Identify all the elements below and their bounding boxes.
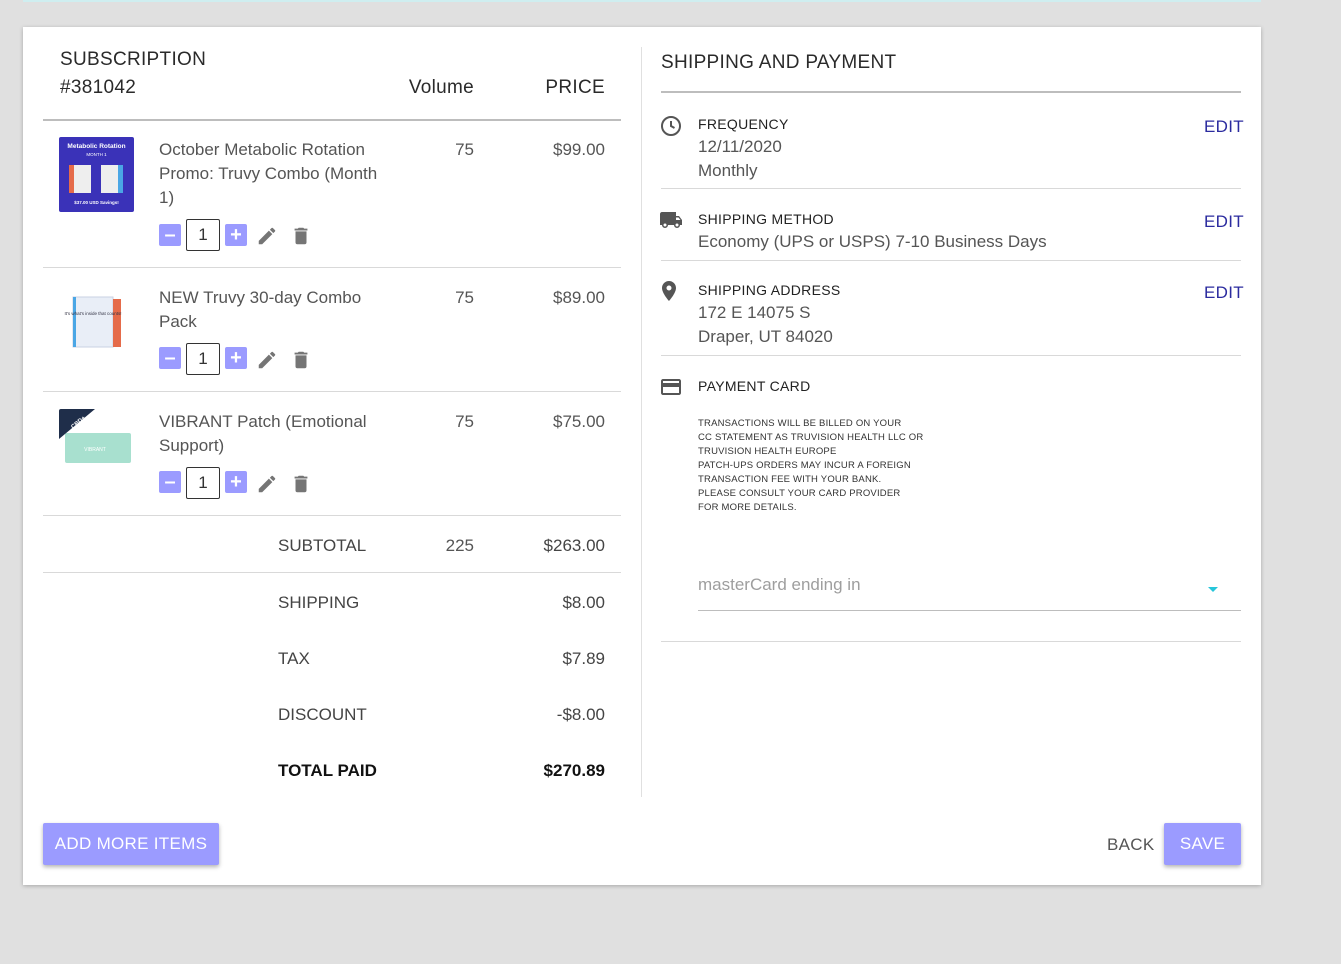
section-divider: [661, 641, 1241, 642]
section-divider: [661, 355, 1241, 356]
product-price: $89.00: [553, 288, 605, 307]
edit-frequency-link[interactable]: EDIT: [1204, 117, 1244, 137]
total-label: TOTAL PAID: [278, 761, 377, 780]
shipping-method-value: Economy (UPS or USPS) 7-10 Business Days: [698, 232, 1047, 251]
quantity-input[interactable]: 1: [186, 343, 220, 375]
shipping-label: SHIPPING: [278, 593, 360, 612]
quantity-input[interactable]: 1: [186, 219, 220, 251]
shipping-payment-title: SHIPPING AND PAYMENT: [661, 52, 897, 73]
volume-column-header: Volume: [408, 77, 474, 98]
summary-divider: [43, 572, 621, 573]
notice-line: TRUVISION HEALTH EUROPE: [698, 446, 837, 457]
product-thumbnail: It's what's inside that counts!: [59, 285, 134, 360]
map-pin-icon: [662, 281, 676, 301]
increase-quantity-button[interactable]: +: [225, 224, 247, 246]
trash-icon[interactable]: [290, 473, 312, 495]
shipping-method-label: SHIPPING METHOD: [698, 211, 834, 227]
subscription-title: SUBSCRIPTION: [60, 49, 207, 70]
pencil-icon[interactable]: [256, 349, 278, 371]
notice-line: TRANSACTION FEE WITH YOUR BANK.: [698, 474, 882, 485]
card-select[interactable]: masterCard ending in: [698, 567, 1241, 611]
minus-icon: –: [164, 224, 176, 246]
card-select-underline: [698, 610, 1241, 611]
product-name: October Metabolic Rotation Promo: Truvy …: [159, 140, 378, 207]
product-price: $75.00: [553, 412, 605, 431]
subtotal-value: $263.00: [543, 536, 605, 555]
product-name: NEW Truvy 30-day Combo Pack: [159, 288, 362, 331]
product-volume: 75: [455, 140, 474, 159]
plus-icon: +: [230, 471, 242, 493]
quantity-input[interactable]: 1: [186, 467, 220, 499]
shipping-address-label: SHIPPING ADDRESS: [698, 282, 841, 298]
decrease-quantity-button[interactable]: –: [159, 224, 181, 246]
column-divider: [641, 47, 642, 797]
subscription-card: SUBSCRIPTION #381042 Volume PRICE Metabo…: [23, 27, 1261, 885]
minus-icon: –: [164, 471, 176, 493]
discount-value: -$8.00: [556, 705, 605, 724]
row-divider: [43, 267, 621, 268]
shipping-address-line1: 172 E 14075 S: [698, 303, 811, 322]
card-select-value: masterCard ending in: [698, 575, 861, 594]
total-value: $270.89: [543, 761, 605, 780]
thumb-badge: $37.00 USD Savings!: [74, 200, 119, 205]
product-name: VIBRANT Patch (Emotional Support): [159, 412, 367, 455]
notice-line: CC STATEMENT AS TRUVISION HEALTH LLC OR: [698, 432, 924, 443]
subscription-number: #381042: [60, 77, 137, 98]
row-divider: [43, 515, 621, 516]
price-column-header: PRICE: [545, 77, 605, 98]
edit-shipping-method-link[interactable]: EDIT: [1204, 212, 1244, 232]
product-thumbnail: CBD+ VIBRANT: [59, 409, 134, 469]
credit-card-icon: [661, 379, 681, 395]
frequency-period: Monthly: [698, 161, 758, 180]
trash-icon[interactable]: [290, 349, 312, 371]
frequency-date: 12/11/2020: [698, 137, 782, 156]
product-volume: 75: [455, 288, 474, 307]
edit-shipping-address-link[interactable]: EDIT: [1204, 283, 1244, 303]
notice-line: PLEASE CONSULT YOUR CARD PROVIDER: [698, 488, 901, 499]
increase-quantity-button[interactable]: +: [225, 347, 247, 369]
notice-line: TRANSACTIONS WILL BE BILLED ON YOUR: [698, 418, 902, 429]
product-volume: 75: [455, 412, 474, 431]
product-price: $99.00: [553, 140, 605, 159]
truck-icon: [660, 212, 682, 228]
add-more-items-button[interactable]: ADD MORE ITEMS: [43, 823, 219, 865]
chevron-down-icon: [1208, 587, 1218, 592]
trash-icon[interactable]: [290, 225, 312, 247]
thumb-title: Metabolic Rotation: [67, 143, 125, 150]
shipping-value: $8.00: [562, 593, 605, 612]
header-divider: [43, 119, 621, 121]
thumb-text: It's what's inside that counts!: [65, 311, 122, 316]
pencil-icon[interactable]: [256, 225, 278, 247]
plus-icon: +: [230, 224, 242, 246]
top-accent-line: [23, 0, 1261, 2]
subtotal-label: SUBTOTAL: [278, 536, 367, 555]
decrease-quantity-button[interactable]: –: [159, 471, 181, 493]
discount-label: DISCOUNT: [278, 705, 367, 724]
back-button[interactable]: BACK: [1107, 835, 1155, 855]
pencil-icon[interactable]: [256, 473, 278, 495]
plus-icon: +: [230, 347, 242, 369]
section-divider: [661, 260, 1241, 261]
frequency-label: FREQUENCY: [698, 116, 789, 132]
product-thumbnail: Metabolic Rotation MONTH 1 $37.00 USD Sa…: [59, 137, 134, 212]
clock-icon: [661, 116, 681, 136]
section-divider: [661, 188, 1241, 189]
minus-icon: –: [164, 347, 176, 369]
shipping-header-divider: [661, 91, 1241, 93]
payment-card-label: PAYMENT CARD: [698, 378, 811, 394]
increase-quantity-button[interactable]: +: [225, 471, 247, 493]
subtotal-volume: 225: [445, 536, 474, 555]
tax-value: $7.89: [562, 649, 605, 668]
decrease-quantity-button[interactable]: –: [159, 347, 181, 369]
row-divider: [43, 391, 621, 392]
notice-line: PATCH-UPS ORDERS MAY INCUR A FOREIGN: [698, 460, 911, 471]
thumb-text: VIBRANT: [84, 447, 106, 453]
tax-label: TAX: [278, 649, 310, 668]
notice-line: FOR MORE DETAILS.: [698, 502, 797, 513]
thumb-subtitle: MONTH 1: [86, 152, 107, 157]
save-button[interactable]: SAVE: [1164, 823, 1241, 865]
shipping-address-line2: Draper, UT 84020: [698, 327, 833, 346]
